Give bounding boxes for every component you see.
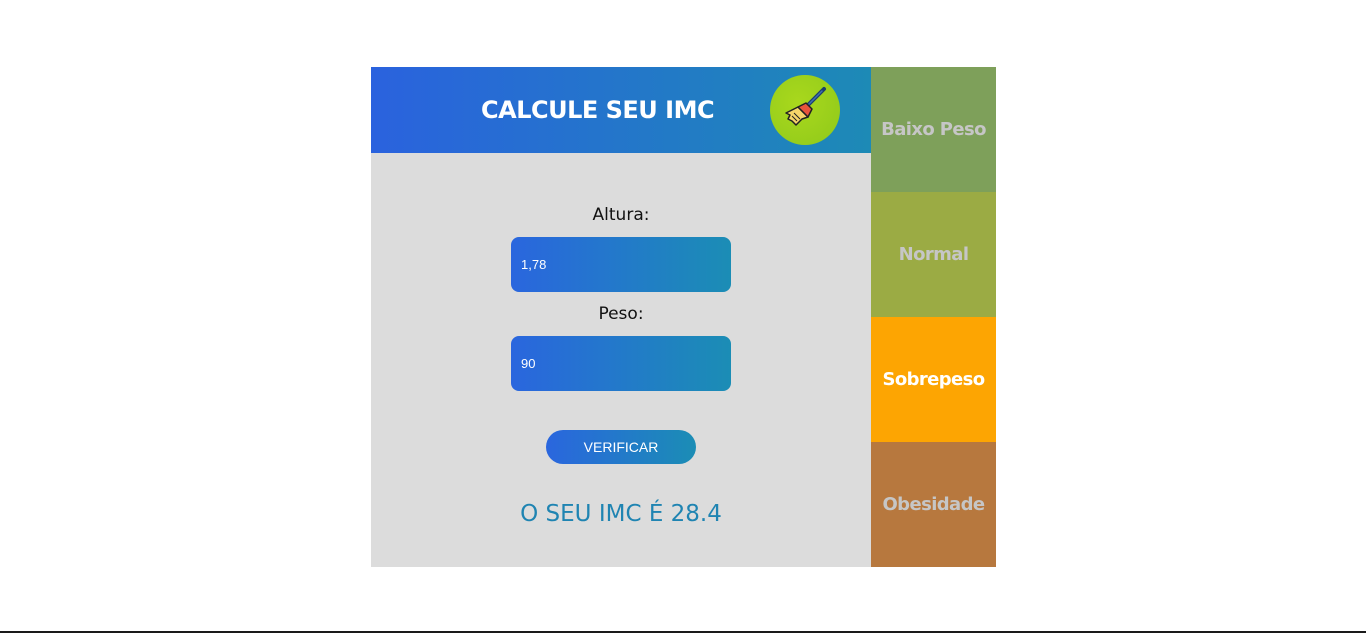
category-normal: Normal xyxy=(871,192,996,317)
calculator-panel: CALCULE SEU IMC Altura: Peso: xyxy=(371,67,871,567)
page: CALCULE SEU IMC Altura: Peso: xyxy=(0,0,1366,633)
bmi-calculator: CALCULE SEU IMC Altura: Peso: xyxy=(371,67,996,567)
bmi-categories: Baixo Peso Normal Sobrepeso Obesidade xyxy=(871,67,996,567)
page-title: CALCULE SEU IMC xyxy=(481,96,715,124)
category-baixo-peso: Baixo Peso xyxy=(871,67,996,192)
category-obesidade: Obesidade xyxy=(871,442,996,567)
bmi-result: O SEU IMC É 28.4 xyxy=(520,501,722,527)
weight-input[interactable] xyxy=(511,336,731,391)
weight-label: Peso: xyxy=(598,304,644,324)
height-input[interactable] xyxy=(511,237,731,292)
broom-icon xyxy=(785,87,826,126)
clear-button[interactable] xyxy=(770,75,840,145)
header: CALCULE SEU IMC xyxy=(371,67,871,153)
verify-button[interactable]: VERIFICAR xyxy=(546,430,696,464)
category-sobrepeso: Sobrepeso xyxy=(871,317,996,442)
height-label: Altura: xyxy=(592,205,650,225)
